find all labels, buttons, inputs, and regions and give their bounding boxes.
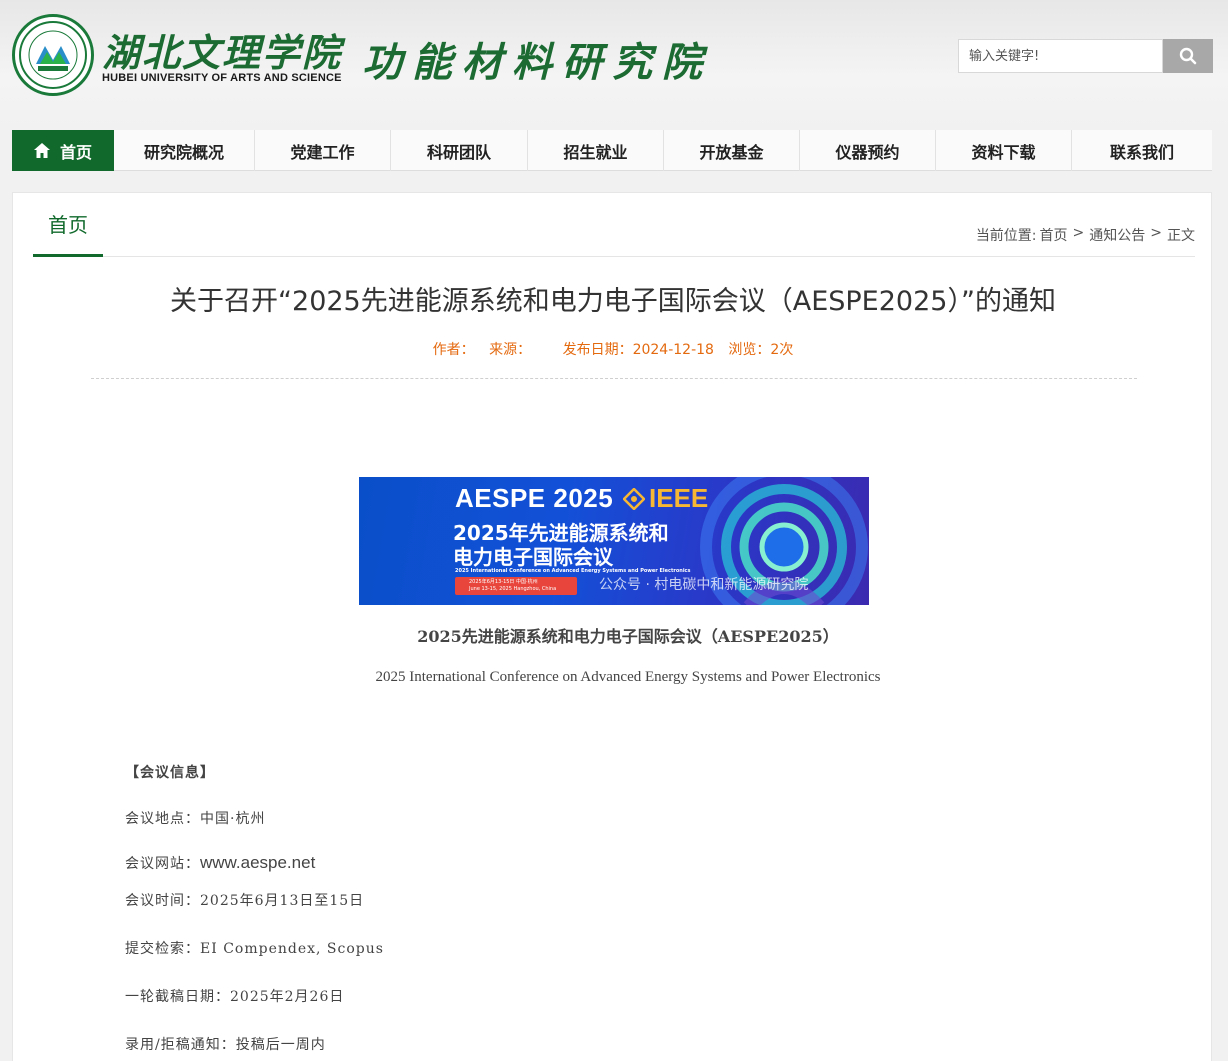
article-meta: 作者： 来源： 发布日期：2024-12-18 浏览：2次: [13, 339, 1213, 359]
nav-item-admission[interactable]: 招生就业: [528, 130, 664, 171]
nav-label: 联系我们: [1109, 142, 1174, 162]
info-notify: 录用/拒稿通知：投稿后一周内: [125, 1037, 326, 1053]
site-header: 湖北文理学院 HUBEI UNIVERSITY OF ARTS AND SCIE…: [0, 0, 1228, 128]
banner-ieee: IEEE: [623, 483, 708, 514]
ieee-logo-icon: [623, 487, 645, 510]
banner-date-strip: 2025年6月13-15日 中国·杭州 June 13-15, 2025 Han…: [455, 577, 577, 595]
nav-item-team[interactable]: 科研团队: [391, 130, 528, 171]
nav-label: 首页: [59, 142, 92, 162]
breadcrumb-separator: >: [1150, 225, 1162, 241]
breadcrumb: 当前位置: 首页 > 通知公告 > 正文: [976, 225, 1195, 245]
nav-item-instrument[interactable]: 仪器预约: [800, 130, 936, 171]
banner-date-en: June 13-15, 2025 Hangzhou, China: [469, 586, 557, 592]
nav-item-fund[interactable]: 开放基金: [664, 130, 800, 171]
school-name-en: HUBEI UNIVERSITY OF ARTS AND SCIENCE: [102, 72, 342, 84]
institute-name: 功能材料研究院: [362, 39, 712, 86]
search-box: [958, 39, 1213, 73]
breadcrumb-current: 正文: [1167, 228, 1195, 244]
nav-label: 党建工作: [290, 142, 355, 162]
nav-item-contact[interactable]: 联系我们: [1072, 130, 1212, 171]
banner-cn-line2: 电力电子国际会议: [453, 545, 613, 569]
main-nav: 首页 研究院概况 党建工作 科研团队 招生就业 开放基金 仪器预约 资料下载 联…: [12, 130, 1212, 171]
nav-label: 资料下载: [971, 142, 1036, 162]
nav-label: 仪器预约: [835, 142, 900, 162]
section-title: 首页: [33, 193, 103, 257]
caption-cn: 2025先进能源系统和电力电子国际会议（AESPE2025）: [417, 627, 839, 646]
meta-date: 发布日期：2024-12-18: [562, 342, 714, 358]
nav-item-home[interactable]: 首页: [12, 130, 114, 171]
banner-title: AESPE 2025: [455, 483, 614, 513]
info-location: 会议地点：中国·杭州: [125, 811, 266, 827]
nav-item-party[interactable]: 党建工作: [255, 130, 391, 171]
info-website: 会议网站：www.aespe.net: [125, 853, 315, 873]
article-panel: 首页 当前位置: 首页 > 通知公告 > 正文 关于召开“2025先进能源系统和…: [12, 192, 1212, 1061]
info-website-label: 会议网站：: [125, 856, 200, 872]
nav-label: 科研团队: [426, 142, 491, 162]
search-input[interactable]: [958, 39, 1163, 73]
info-index: 提交检索：EI Compendex, Scopus: [125, 941, 384, 957]
conference-banner: AESPE 2025 IEEE 2025年先进能源系统和 电力电子国际会议 20…: [359, 477, 869, 605]
school-seal-icon[interactable]: [12, 14, 94, 96]
nav-label: 开放基金: [699, 142, 764, 162]
caption-en: 2025 International Conference on Advance…: [375, 669, 881, 685]
banner-ieee-text: IEEE: [649, 483, 709, 513]
home-icon: [33, 143, 50, 158]
nav-label: 研究院概况: [143, 142, 224, 162]
info-deadline: 一轮截稿日期：2025年2月26日: [125, 989, 345, 1005]
info-time: 会议时间：2025年6月13日至15日: [125, 893, 365, 909]
info-website-link[interactable]: www.aespe.net: [200, 853, 315, 872]
nav-item-download[interactable]: 资料下载: [936, 130, 1072, 171]
breadcrumb-separator: >: [1072, 225, 1085, 241]
banner-watermark: 公众号 · 村电碳中和新能源研究院: [599, 577, 809, 593]
section-header: 首页 当前位置: 首页 > 通知公告 > 正文: [33, 193, 1195, 257]
breadcrumb-home-link[interactable]: 首页: [1040, 225, 1068, 245]
banner-date-cn: 2025年6月13-15日 中国·杭州: [469, 579, 538, 585]
divider: [91, 378, 1137, 379]
search-icon: [1179, 47, 1197, 65]
article-title: 关于召开“2025先进能源系统和电力电子国际会议（AESPE2025）”的通知: [170, 286, 1056, 317]
meta-author: 作者：: [432, 342, 475, 358]
search-button[interactable]: [1163, 39, 1213, 73]
school-name-cn: 湖北文理学院: [102, 30, 343, 75]
meta-views: 浏览：2次: [728, 342, 794, 358]
info-heading: 【会议信息】: [125, 765, 215, 781]
nav-label: 招生就业: [563, 142, 628, 162]
breadcrumb-notice-link[interactable]: 通知公告: [1089, 225, 1145, 245]
breadcrumb-prefix: 当前位置:: [975, 228, 1037, 244]
meta-source: 来源：: [489, 342, 532, 358]
nav-item-about[interactable]: 研究院概况: [114, 130, 255, 171]
